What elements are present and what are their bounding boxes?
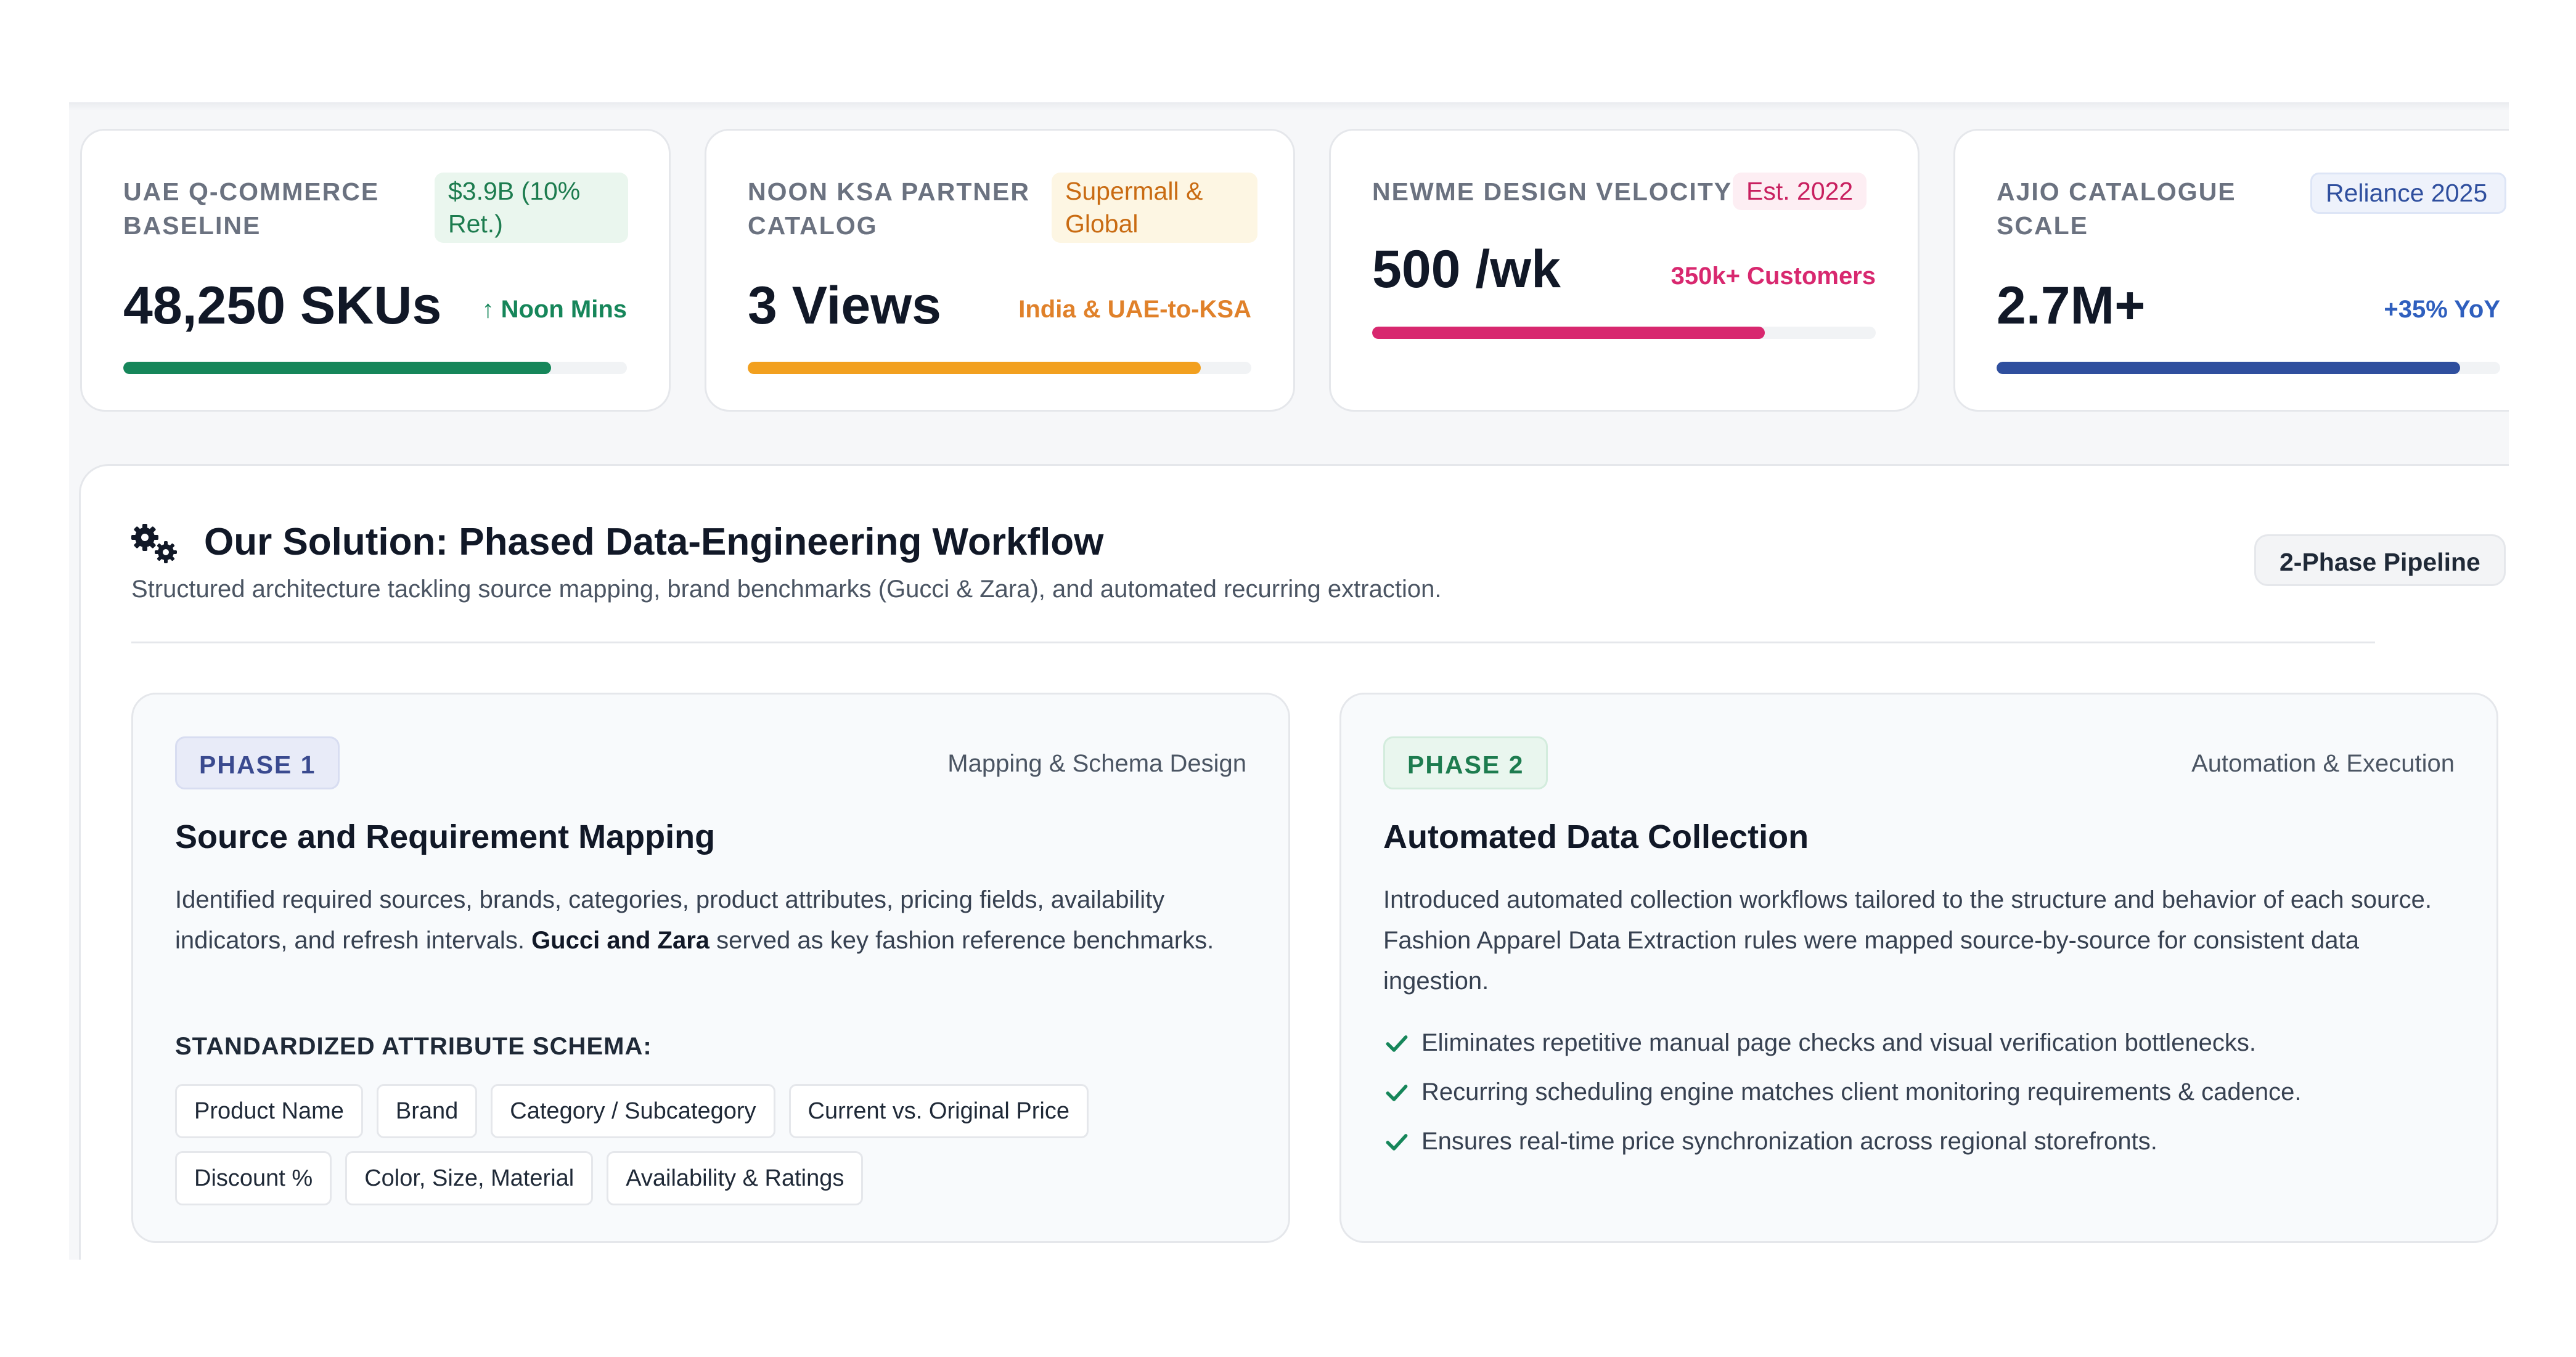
schema-chips-row-2: Discount % Color, Size, Material Availab… — [175, 1151, 864, 1205]
metric-value: 500 /wk — [1372, 240, 1561, 299]
desc-bold-brands: Gucci and Zara — [531, 927, 710, 954]
arrow-up-icon: ↑ — [481, 296, 494, 323]
bullet-text: Eliminates repetitive manual page checks… — [1421, 1029, 2257, 1056]
progress-track — [123, 362, 627, 374]
bullet-item: Ensures real-time price synchronization … — [1383, 1128, 2157, 1155]
metric-value: 3 Views — [748, 276, 941, 335]
metric-badge: Reliance 2025 — [2310, 173, 2506, 214]
divider — [131, 642, 2375, 643]
schema-chips-row-1: Product Name Brand Category / Subcategor… — [175, 1084, 1089, 1138]
bullet-item: Eliminates repetitive manual page checks… — [1383, 1029, 2256, 1057]
metric-card-ajio: AJIO CATALOGUE SCALE Reliance 2025 2.7M+… — [1953, 129, 2509, 412]
metric-sub: ↑ Noon Mins — [481, 296, 627, 324]
phase-1-caption: Mapping & Schema Design — [947, 750, 1246, 777]
phase-1-tag: PHASE 1 — [175, 736, 340, 789]
phase-1-description: Identified required sources, brands, cat… — [175, 879, 1260, 961]
check-icon — [1386, 1084, 1408, 1101]
metric-card-noon-ksa: NOON KSA PARTNER CATALOG Supermall & Glo… — [705, 129, 1295, 412]
progress-fill — [748, 362, 1201, 374]
phase-2-caption: Automation & Execution — [2191, 750, 2455, 777]
metric-label: UAE Q-COMMERCE BASELINE — [123, 177, 380, 240]
desc-text: served as key fashion reference benchmar… — [716, 927, 1214, 954]
schema-chip: Brand — [376, 1084, 478, 1138]
phase-2-title: Automated Data Collection — [1383, 818, 1809, 855]
metric-sub: 350k+ Customers — [1670, 263, 1876, 290]
schema-chip: Availability & Ratings — [607, 1151, 864, 1205]
schema-label: STANDARDIZED ATTRIBUTE SCHEMA: — [175, 1033, 652, 1060]
check-icon — [1386, 1133, 1408, 1151]
solution-panel: Our Solution: Phased Data-Engineering Wo… — [79, 464, 2509, 1260]
phase-1-title: Source and Requirement Mapping — [175, 818, 716, 855]
phase-2-description: Introduced automated collection workflow… — [1383, 886, 2432, 995]
progress-track — [748, 362, 1251, 374]
pipeline-badge: 2-Phase Pipeline — [2254, 534, 2506, 586]
dashboard-canvas: UAE Q-COMMERCE BASELINE $3.9B (10% Ret.)… — [69, 102, 2509, 1260]
schema-chip: Discount % — [175, 1151, 332, 1205]
metric-badge: Supermall & Global — [1052, 173, 1257, 243]
metric-card-uae-qcommerce: UAE Q-COMMERCE BASELINE $3.9B (10% Ret.)… — [80, 129, 671, 412]
metric-sub: India & UAE-to-KSA — [1018, 296, 1251, 323]
check-icon — [1386, 1035, 1408, 1052]
metric-value: 2.7M+ — [1997, 276, 2146, 335]
metric-label: NOON KSA PARTNER CATALOG — [748, 177, 1030, 240]
solution-title: Our Solution: Phased Data-Engineering Wo… — [204, 521, 1104, 563]
progress-track — [1372, 327, 1876, 339]
bullet-text: Ensures real-time price synchronization … — [1421, 1128, 2157, 1155]
schema-chip: Color, Size, Material — [345, 1151, 594, 1205]
metric-label: NEWME DESIGN VELOCITY — [1372, 177, 1733, 206]
metric-sub-label: Noon Mins — [501, 296, 627, 323]
metric-card-newme: NEWME DESIGN VELOCITY Est. 2022 500 /wk … — [1329, 129, 1920, 412]
metric-value: 48,250 SKUs — [123, 276, 442, 335]
metric-badge: $3.9B (10% Ret.) — [435, 173, 628, 243]
progress-fill — [1372, 327, 1765, 339]
progress-track — [1997, 362, 2500, 374]
metric-sub: +35% YoY — [2384, 296, 2500, 323]
solution-subtitle: Structured architecture tackling source … — [131, 576, 1442, 603]
progress-fill — [1997, 362, 2460, 374]
bullet-text: Recurring scheduling engine matches clie… — [1421, 1078, 2302, 1106]
bullet-item: Recurring scheduling engine matches clie… — [1383, 1078, 2301, 1106]
metric-badge: Est. 2022 — [1733, 173, 1867, 210]
metric-label: AJIO CATALOGUE SCALE — [1997, 177, 2236, 240]
schema-chip: Product Name — [175, 1084, 363, 1138]
gears-icon — [131, 524, 177, 563]
phase-2-card: PHASE 2 Automation & Execution Automated… — [1339, 693, 2498, 1243]
top-shadow — [69, 102, 2509, 111]
phase-1-card: PHASE 1 Mapping & Schema Design Source a… — [131, 693, 1290, 1243]
phase-2-tag: PHASE 2 — [1383, 736, 1548, 789]
schema-chip: Category / Subcategory — [491, 1084, 775, 1138]
schema-chip: Current vs. Original Price — [788, 1084, 1089, 1138]
progress-fill — [123, 362, 552, 374]
